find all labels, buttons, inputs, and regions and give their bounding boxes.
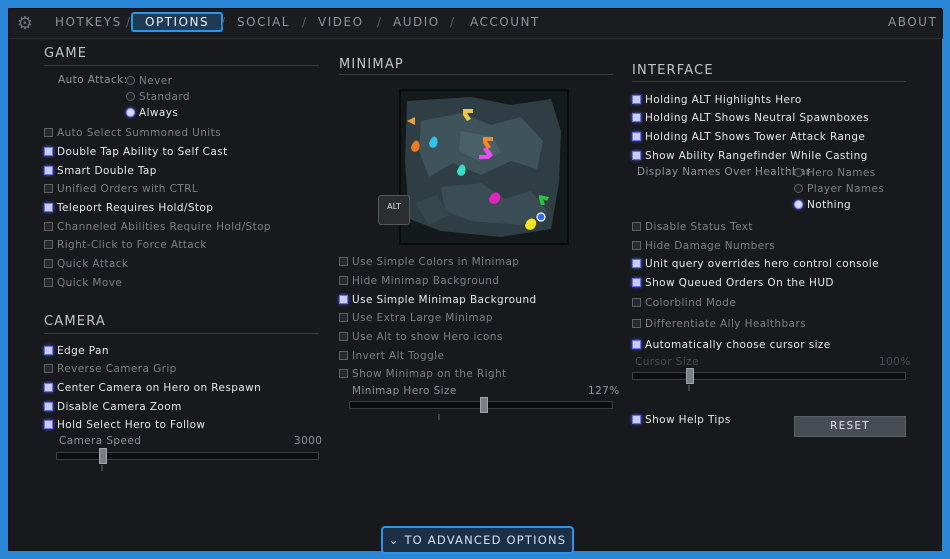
smart-double-tap-checkbox[interactable]: Smart Double Tap bbox=[44, 165, 157, 177]
camera-section-title: CAMERA bbox=[44, 314, 106, 329]
ability-rangefinder-checkbox[interactable]: Show Ability Rangefinder While Casting bbox=[632, 150, 868, 162]
alt-neutral-spawnboxes-checkbox[interactable]: Holding ALT Shows Neutral Spawnboxes bbox=[632, 112, 869, 124]
auto-cursor-size-checkbox[interactable]: Automatically choose cursor size bbox=[632, 339, 831, 351]
advanced-options-button[interactable]: ⌄ TO ADVANCED OPTIONS bbox=[381, 526, 574, 554]
edge-pan-checkbox[interactable]: Edge Pan bbox=[44, 345, 109, 357]
slider-tick bbox=[438, 414, 440, 420]
simple-colors-minimap-checkbox[interactable]: Use Simple Colors in Minimap bbox=[339, 256, 519, 268]
alt-show-hero-icons-checkbox[interactable]: Use Alt to show Hero icons bbox=[339, 331, 503, 343]
invert-alt-toggle-checkbox[interactable]: Invert Alt Toggle bbox=[339, 350, 444, 362]
minimap-hero-size-value: 127% bbox=[588, 385, 620, 397]
channeled-hold-stop-checkbox[interactable]: Channeled Abilities Require Hold/Stop bbox=[44, 221, 271, 233]
slider-tick bbox=[101, 465, 103, 471]
gear-icon[interactable]: ⚙ bbox=[15, 14, 35, 34]
divider bbox=[44, 65, 319, 66]
settings-window: ⚙ HOTKEYS / OPTIONS / SOCIAL / VIDEO / A… bbox=[8, 8, 943, 554]
nav-separator: / bbox=[377, 15, 382, 29]
unit-query-overrides-checkbox[interactable]: Unit query overrides hero control consol… bbox=[632, 258, 879, 270]
unified-orders-checkbox[interactable]: Unified Orders with CTRL bbox=[44, 183, 198, 195]
auto-attack-standard-radio[interactable]: Standard bbox=[126, 91, 190, 103]
reset-button[interactable]: RESET bbox=[794, 416, 906, 437]
quick-move-checkbox[interactable]: Quick Move bbox=[44, 277, 122, 289]
double-tap-self-cast-checkbox[interactable]: Double Tap Ability to Self Cast bbox=[44, 146, 228, 158]
game-section-title: GAME bbox=[44, 46, 88, 61]
reverse-camera-grip-checkbox[interactable]: Reverse Camera Grip bbox=[44, 363, 177, 375]
cursor-size-value: 100% bbox=[879, 356, 911, 368]
colorblind-mode-checkbox[interactable]: Colorblind Mode bbox=[632, 297, 736, 309]
tab-options[interactable]: OPTIONS bbox=[131, 12, 224, 32]
hold-select-hero-follow-checkbox[interactable]: Hold Select Hero to Follow bbox=[44, 419, 205, 431]
camera-speed-value: 3000 bbox=[294, 435, 323, 447]
minimap-preview bbox=[399, 89, 569, 245]
divider bbox=[44, 333, 319, 334]
top-navigation: ⚙ HOTKEYS / OPTIONS / SOCIAL / VIDEO / A… bbox=[9, 9, 943, 39]
nav-separator: / bbox=[302, 15, 307, 29]
auto-attack-always-radio[interactable]: Always bbox=[126, 107, 178, 119]
display-names-label: Display Names Over Healthbar bbox=[637, 166, 811, 178]
tab-social[interactable]: SOCIAL bbox=[237, 15, 290, 29]
auto-attack-label: Auto Attack: bbox=[58, 74, 128, 86]
auto-attack-never-radio[interactable]: Never bbox=[126, 75, 172, 87]
simple-minimap-background-checkbox[interactable]: Use Simple Minimap Background bbox=[339, 294, 537, 306]
camera-speed-slider[interactable] bbox=[56, 452, 319, 460]
minimap-on-right-checkbox[interactable]: Show Minimap on the Right bbox=[339, 368, 507, 380]
teleport-hold-stop-checkbox[interactable]: Teleport Requires Hold/Stop bbox=[44, 202, 213, 214]
hide-damage-numbers-checkbox[interactable]: Hide Damage Numbers bbox=[632, 240, 775, 252]
auto-select-summoned-checkbox[interactable]: Auto Select Summoned Units bbox=[44, 127, 221, 139]
show-queued-orders-checkbox[interactable]: Show Queued Orders On the HUD bbox=[632, 277, 834, 289]
camera-speed-label: Camera Speed bbox=[59, 435, 142, 447]
alt-highlights-hero-checkbox[interactable]: Holding ALT Highlights Hero bbox=[632, 94, 802, 106]
tab-hotkeys[interactable]: HOTKEYS bbox=[55, 15, 122, 29]
minimap-hero-size-slider-handle[interactable] bbox=[479, 397, 488, 413]
quick-attack-checkbox[interactable]: Quick Attack bbox=[44, 258, 128, 270]
hide-minimap-background-checkbox[interactable]: Hide Minimap Background bbox=[339, 275, 499, 287]
display-hero-names-radio[interactable]: Hero Names bbox=[794, 167, 876, 179]
divider bbox=[632, 81, 906, 82]
disable-status-text-checkbox[interactable]: Disable Status Text bbox=[632, 221, 753, 233]
alt-tower-attack-range-checkbox[interactable]: Holding ALT Shows Tower Attack Range bbox=[632, 131, 865, 143]
disable-camera-zoom-checkbox[interactable]: Disable Camera Zoom bbox=[44, 401, 182, 413]
show-help-tips-checkbox[interactable]: Show Help Tips bbox=[632, 414, 731, 426]
advanced-options-label: TO ADVANCED OPTIONS bbox=[404, 533, 567, 547]
nav-separator: / bbox=[221, 15, 226, 29]
tab-account[interactable]: ACCOUNT bbox=[470, 15, 540, 29]
camera-speed-slider-handle[interactable] bbox=[99, 448, 108, 464]
chevron-down-icon: ⌄ bbox=[388, 533, 400, 547]
cursor-size-slider[interactable] bbox=[632, 372, 906, 380]
tab-audio[interactable]: AUDIO bbox=[393, 15, 440, 29]
alt-key-icon: ALT bbox=[378, 195, 410, 225]
extra-large-minimap-checkbox[interactable]: Use Extra Large Minimap bbox=[339, 312, 493, 324]
cursor-size-slider-handle[interactable] bbox=[685, 368, 694, 384]
differentiate-ally-healthbars-checkbox[interactable]: Differentiate Ally Healthbars bbox=[632, 318, 806, 330]
minimap-hero-size-label: Minimap Hero Size bbox=[352, 385, 457, 397]
tab-video[interactable]: VIDEO bbox=[318, 15, 364, 29]
about-link[interactable]: ABOUT bbox=[888, 15, 937, 29]
slider-tick bbox=[688, 385, 690, 391]
center-camera-respawn-checkbox[interactable]: Center Camera on Hero on Respawn bbox=[44, 382, 261, 394]
right-click-force-attack-checkbox[interactable]: Right-Click to Force Attack bbox=[44, 239, 207, 251]
interface-section-title: INTERFACE bbox=[632, 63, 714, 78]
minimap-section-title: MINIMAP bbox=[339, 57, 404, 72]
cursor-size-label: Cursor Size bbox=[635, 356, 699, 368]
divider bbox=[339, 74, 613, 75]
display-player-names-radio[interactable]: Player Names bbox=[794, 183, 884, 195]
nav-separator: / bbox=[126, 15, 131, 29]
display-nothing-radio[interactable]: Nothing bbox=[794, 199, 851, 211]
nav-separator: / bbox=[450, 15, 455, 29]
hero-icon-blue bbox=[536, 212, 546, 222]
